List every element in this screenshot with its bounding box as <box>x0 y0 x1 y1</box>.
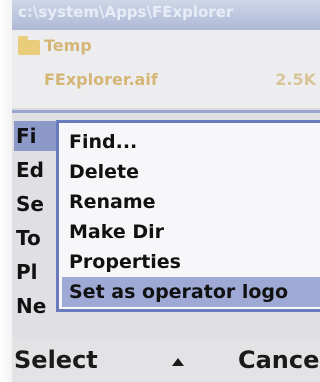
file-name: Temp <box>44 36 92 55</box>
context-menu: Find... Delete Rename Make Dir Propertie… <box>56 120 320 312</box>
file-row-temp[interactable]: Temp <box>12 30 320 62</box>
menu-item-make-dir[interactable]: Make Dir <box>69 217 319 247</box>
softkey-bar: Select Cancel <box>12 338 320 382</box>
main-menu-item-edit[interactable]: Ed <box>14 155 56 185</box>
folder-icon <box>18 36 40 55</box>
path-bar: c:\system\Apps\FExplorer <box>12 0 320 32</box>
main-menu-item-tools[interactable]: To <box>14 223 56 253</box>
file-size: 2.5K <box>275 70 316 89</box>
file-row-fexplorer-aif[interactable]: FExplorer.aif 2.5K <box>12 64 320 96</box>
menu-item-find[interactable]: Find... <box>69 127 319 157</box>
file-list: Temp FExplorer.aif 2.5K <box>12 30 320 108</box>
current-path: c:\system\Apps\FExplorer <box>18 3 234 21</box>
main-menu-item-new[interactable]: Ne <box>14 291 56 321</box>
up-arrow-icon[interactable] <box>172 358 184 366</box>
menu-item-rename[interactable]: Rename <box>69 187 319 217</box>
menu-item-properties[interactable]: Properties <box>69 247 319 277</box>
menu-item-delete[interactable]: Delete <box>69 157 319 187</box>
menu-item-set-operator-logo[interactable]: Set as operator logo <box>62 277 320 307</box>
phone-screen: c:\system\Apps\FExplorer Temp FExplorer.… <box>12 0 320 382</box>
main-menu-item-send[interactable]: Se <box>14 189 56 219</box>
select-softkey[interactable]: Select <box>14 338 98 382</box>
main-menu-item-plugins[interactable]: Pl <box>14 257 56 287</box>
cancel-softkey[interactable]: Cancel <box>238 338 320 382</box>
file-name: FExplorer.aif <box>44 70 158 89</box>
main-menu-item-file[interactable]: Fi <box>14 121 56 151</box>
